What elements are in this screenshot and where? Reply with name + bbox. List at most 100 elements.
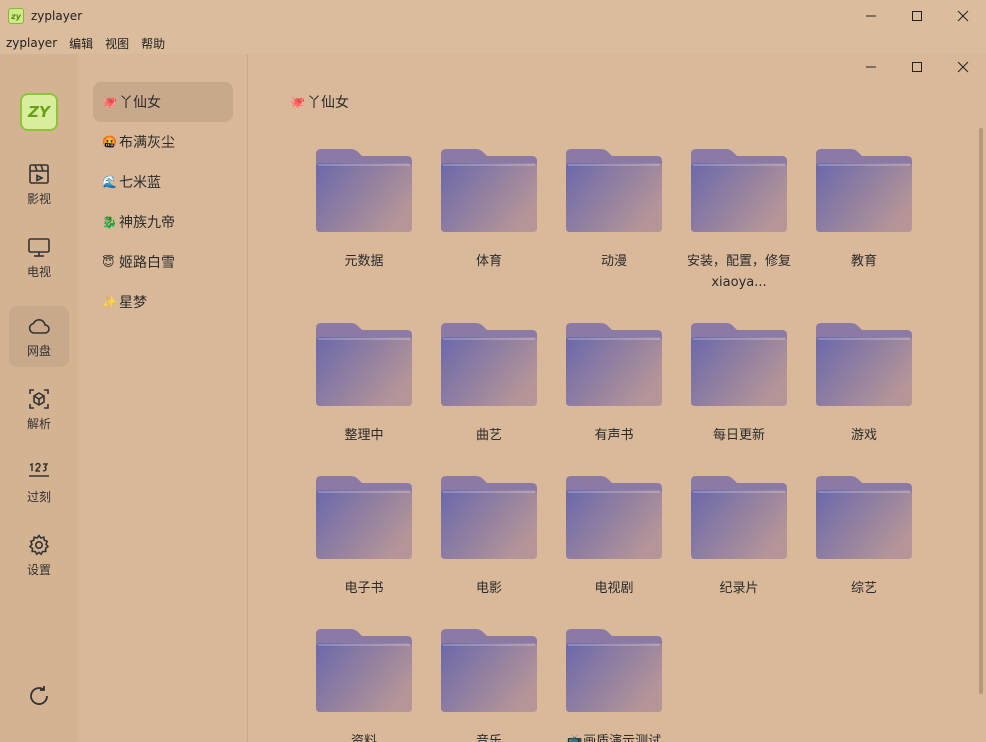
drive-label: 七米蓝	[119, 175, 161, 191]
folder-icon	[316, 629, 412, 712]
menu-view[interactable]: 视图	[105, 35, 129, 52]
folder-icon	[316, 149, 412, 232]
drive-item[interactable]: 🌊 七米蓝	[93, 162, 233, 202]
nav-settings[interactable]: 设置	[9, 525, 69, 586]
drive-emoji: 🌊	[102, 175, 117, 189]
folder-icon	[566, 629, 662, 712]
nav-filter[interactable]: 过刻	[9, 452, 69, 513]
nav-tv[interactable]: 电视	[9, 227, 69, 288]
folder-item[interactable]: 电视剧	[559, 475, 669, 625]
nav-film-label: 影视	[26, 192, 51, 206]
folder-name: 📺画质演示测试	[566, 734, 662, 742]
inner-maximize-button[interactable]	[894, 54, 940, 80]
nav-tv-label: 电视	[26, 265, 51, 279]
minimize-button[interactable]	[848, 0, 894, 32]
close-icon	[957, 61, 969, 73]
nav-filter-label: 过刻	[26, 490, 51, 504]
scrollbar[interactable]	[979, 128, 983, 694]
folder-item[interactable]: 电影	[434, 475, 544, 625]
drive-label: 布满灰尘	[119, 135, 175, 151]
inner-minimize-button[interactable]	[848, 54, 894, 80]
folder-icon	[441, 629, 537, 712]
folder-item[interactable]: 曲艺	[434, 322, 544, 472]
cloud-icon	[28, 319, 50, 334]
menu-help[interactable]: 帮助	[141, 35, 165, 52]
menu-edit[interactable]: 编辑	[69, 35, 93, 52]
folder-item[interactable]: 📺画质演示测试	[559, 628, 669, 742]
folder-icon	[316, 323, 412, 406]
inner-close-button[interactable]	[940, 54, 986, 80]
folder-icon	[691, 149, 787, 232]
breadcrumb-label: 丫仙女	[307, 95, 349, 111]
folder-item[interactable]: 综艺	[809, 475, 919, 625]
app-body: ZY 影视 电视 网盘 解析 过刻 设置 🐙 丫仙女 🤬 布满灰尘 🌊 七米蓝 …	[0, 54, 986, 742]
refresh-icon[interactable]	[27, 684, 51, 708]
folder-name: 有声书	[594, 428, 634, 443]
folder-name: 曲艺	[475, 428, 502, 443]
folder-name: 电视剧	[594, 581, 634, 596]
breadcrumb-emoji: 🐙	[290, 95, 305, 109]
folder-icon	[816, 476, 912, 559]
folder-icon	[691, 476, 787, 559]
gear-icon	[28, 534, 50, 556]
folder-icon	[566, 149, 662, 232]
folder-item[interactable]: 电子书	[309, 475, 419, 625]
folder-item[interactable]: 音乐	[434, 628, 544, 742]
drive-label: 神族九帝	[119, 215, 175, 231]
folder-name: 动漫	[600, 254, 627, 269]
drive-item[interactable]: ✨ 星梦	[93, 282, 233, 322]
drive-emoji: 🐙	[102, 95, 117, 109]
drive-label: 姬路白雪	[119, 255, 175, 271]
folder-name: 综艺	[850, 581, 877, 596]
minimize-icon	[866, 15, 876, 17]
file-browser: 🐙 丫仙女 元数据 体育 动漫 安装，配置，修复 xiaoya... 教育整理中 曲艺 有声…	[248, 54, 986, 742]
drive-item[interactable]: 🐉 神族九帝	[93, 202, 233, 242]
nav-cloud[interactable]: 网盘	[9, 306, 69, 367]
folder-name: 体育	[475, 254, 502, 269]
maximize-icon	[912, 11, 922, 21]
drive-label: 丫仙女	[119, 95, 161, 111]
close-icon	[957, 10, 969, 22]
folder-name: 音乐	[475, 734, 502, 742]
tv-icon	[28, 238, 50, 257]
folder-name: 电子书	[344, 581, 384, 596]
maximize-button[interactable]	[894, 0, 940, 32]
folder-icon	[816, 149, 912, 232]
folder-item[interactable]: 纪录片	[684, 475, 794, 625]
drive-emoji: 🤬	[102, 135, 117, 149]
folder-item[interactable]: 游戏	[809, 322, 919, 472]
folder-name: 安装，配置，修复 xiaoya...	[686, 254, 791, 290]
folder-item[interactable]: 每日更新	[684, 322, 794, 472]
folder-item[interactable]: 整理中	[309, 322, 419, 472]
app-logo[interactable]: ZY	[20, 93, 58, 131]
folder-item[interactable]: 安装，配置，修复 xiaoya...	[684, 148, 794, 298]
nav-film[interactable]: 影视	[9, 154, 69, 215]
drive-item[interactable]: 🤬 布满灰尘	[93, 122, 233, 162]
folder-item[interactable]: 资料	[309, 628, 419, 742]
folder-icon	[441, 149, 537, 232]
nav-cloud-label: 网盘	[26, 344, 51, 358]
folder-item[interactable]: 有声书	[559, 322, 669, 472]
nav-parse[interactable]: 解析	[9, 379, 69, 440]
folder-icon	[691, 323, 787, 406]
menu-app[interactable]: zyplayer	[6, 36, 57, 50]
folder-name: 游戏	[850, 428, 877, 443]
drive-item[interactable]: 🐙 丫仙女	[93, 82, 233, 122]
folder-item[interactable]: 动漫	[559, 148, 669, 298]
number-icon	[29, 462, 49, 477]
folder-name: 整理中	[344, 428, 384, 443]
folder-icon	[441, 476, 537, 559]
folder-icon	[441, 323, 537, 406]
drive-emoji: 🐉	[102, 215, 117, 229]
window-title: zyplayer	[31, 9, 83, 23]
folder-item[interactable]: 元数据	[309, 148, 419, 298]
folder-name: 教育	[850, 254, 877, 269]
folder-item[interactable]: 教育	[809, 148, 919, 298]
nav-parse-label: 解析	[26, 417, 51, 431]
folder-name: 每日更新	[712, 428, 765, 443]
close-button[interactable]	[940, 0, 986, 32]
folder-item[interactable]: 体育	[434, 148, 544, 298]
folder-name: 元数据	[344, 254, 384, 269]
drive-item[interactable]: 😇 姬路白雪	[93, 242, 233, 282]
breadcrumb[interactable]: 🐙 丫仙女	[290, 92, 349, 112]
